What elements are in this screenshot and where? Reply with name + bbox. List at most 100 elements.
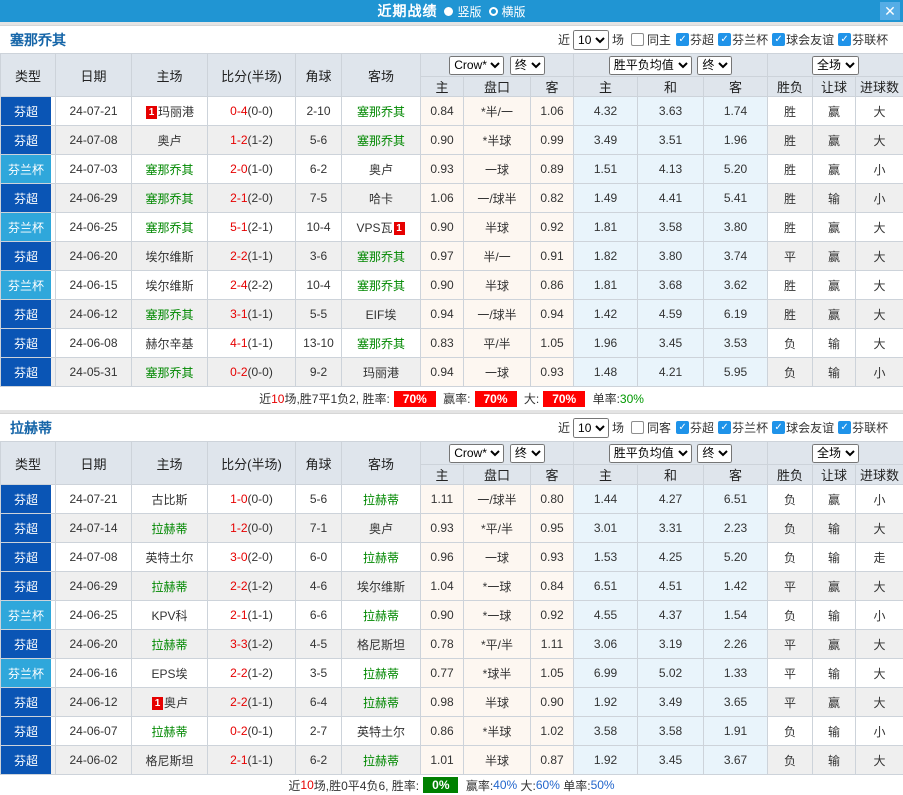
europe-draw-odds: 3.58: [638, 717, 704, 746]
europe-home-odds: 1.82: [574, 242, 638, 271]
asia-home-odds: 1.06: [421, 184, 464, 213]
league-filter[interactable]: ✓芬超: [672, 419, 714, 436]
score-cell: 0-4(0-0): [208, 97, 296, 126]
asia-away-odds: 0.84: [531, 572, 574, 601]
same-venue-checkbox-unchecked[interactable]: [631, 33, 644, 46]
home-team: 塞那乔其: [132, 155, 208, 184]
layout-horizontal-option[interactable]: 横版: [489, 3, 526, 20]
scope-select[interactable]: 全场: [812, 444, 859, 463]
match-count-select[interactable]: 10: [573, 418, 609, 438]
result-goals: 大: [856, 97, 903, 126]
league-type-cell: 芬超: [1, 242, 56, 271]
asia-away-odds: 0.92: [531, 601, 574, 630]
league-filter[interactable]: ✓芬超: [672, 31, 714, 48]
league-filter-label: 芬联杯: [852, 419, 888, 436]
away-team: 格尼斯坦: [342, 630, 421, 659]
scope-select[interactable]: 全场: [812, 56, 859, 75]
summary-segment: 近: [288, 777, 300, 794]
fulltime-score: 2-2: [230, 666, 247, 680]
match-row: 芬超 24-07-14 拉赫蒂 1-2(0-0) 7-1 奥卢 0.93 *平/…: [1, 514, 903, 543]
focus-team-name: 塞那乔其: [357, 250, 405, 264]
away-team: 奥卢: [342, 155, 421, 184]
checkbox-checked-icon[interactable]: ✓: [676, 33, 689, 46]
score-cell: 2-2(1-1): [208, 242, 296, 271]
summary-line: 近10场,胜7平1负2, 胜率:70% 赢率:70% 大:70% 单率:30%: [0, 387, 903, 410]
summary-segment: 70%: [543, 391, 585, 407]
league-filter[interactable]: ✓芬兰杯: [714, 419, 768, 436]
col-euro-away: 客: [704, 77, 768, 97]
checkbox-checked-icon[interactable]: ✓: [772, 33, 785, 46]
checkbox-checked-icon[interactable]: ✓: [718, 421, 731, 434]
corner-score: 10-4: [296, 271, 342, 300]
focus-team-name: 拉赫蒂: [363, 609, 399, 623]
asia-handicap: 平/半: [464, 329, 531, 358]
match-count-select[interactable]: 10: [573, 30, 609, 50]
home-team: 塞那乔其: [132, 300, 208, 329]
europe-away-odds: 5.95: [704, 358, 768, 387]
league-type-badge: 芬超: [1, 543, 51, 571]
league-type-cell: 芬超: [1, 572, 56, 601]
europe-time-select[interactable]: 终: [697, 444, 732, 463]
recent-matches-table: 类型 日期 主场 比分(半场) 角球 客场 Crow* 终 胜平负均值 终: [0, 441, 903, 775]
result-wdl: 负: [768, 746, 813, 775]
home-team: 奥卢: [132, 126, 208, 155]
asia-away-odds: 1.05: [531, 329, 574, 358]
summary-segment: 场,胜7平1负2, 胜率:: [284, 390, 389, 407]
europe-kind-select[interactable]: 胜平负均值: [609, 56, 692, 75]
asia-away-odds: 0.94: [531, 300, 574, 329]
home-team: 塞那乔其: [132, 358, 208, 387]
bookmaker-select[interactable]: Crow*: [449, 444, 504, 463]
focus-team-name: 拉赫蒂: [151, 522, 187, 536]
match-date: 24-06-29: [56, 184, 132, 213]
asia-handicap: *半球: [464, 126, 531, 155]
asia-handicap: *球半: [464, 659, 531, 688]
same-venue-checkbox-unchecked[interactable]: [631, 421, 644, 434]
focus-team-name: 拉赫蒂: [151, 580, 187, 594]
col-type: 类型: [1, 54, 56, 97]
league-type-cell: 芬超: [1, 514, 56, 543]
league-filter[interactable]: ✓芬兰杯: [714, 31, 768, 48]
asia-home-odds: 0.86: [421, 717, 464, 746]
checkbox-checked-icon[interactable]: ✓: [838, 421, 851, 434]
checkbox-checked-icon[interactable]: ✓: [838, 33, 851, 46]
league-filter[interactable]: ✓芬联杯: [834, 31, 888, 48]
league-type-cell: 芬超: [1, 300, 56, 329]
halftime-score: (0-0): [248, 104, 273, 118]
checkbox-checked-icon[interactable]: ✓: [772, 421, 785, 434]
corner-score: 6-0: [296, 543, 342, 572]
corner-score: 6-6: [296, 601, 342, 630]
focus-team-name: 塞那乔其: [145, 221, 193, 235]
vertical-label: 竖版: [457, 3, 481, 20]
checkbox-checked-icon[interactable]: ✓: [676, 421, 689, 434]
home-team: 拉赫蒂: [132, 717, 208, 746]
close-button[interactable]: ✕: [880, 2, 900, 20]
league-filter[interactable]: ✓球会友谊: [768, 419, 834, 436]
away-team: 拉赫蒂: [342, 746, 421, 775]
layout-vertical-option[interactable]: 竖版: [444, 3, 481, 20]
corner-score: 4-6: [296, 572, 342, 601]
same-venue-label: 同客: [647, 419, 671, 436]
asia-time-select[interactable]: 终: [510, 444, 545, 463]
away-team: 塞那乔其: [342, 97, 421, 126]
league-filter[interactable]: ✓芬联杯: [834, 419, 888, 436]
bookmaker-select[interactable]: Crow*: [449, 56, 504, 75]
europe-draw-odds: 4.37: [638, 601, 704, 630]
asia-handicap: *平/半: [464, 630, 531, 659]
asia-time-select[interactable]: 终: [510, 56, 545, 75]
fulltime-score: 0-2: [230, 365, 247, 379]
checkbox-checked-icon[interactable]: ✓: [718, 33, 731, 46]
result-wdl: 平: [768, 688, 813, 717]
league-filter[interactable]: ✓球会友谊: [768, 31, 834, 48]
asia-away-odds: 0.86: [531, 271, 574, 300]
match-row: 芬超 24-06-29 塞那乔其 2-1(2-0) 7-5 哈卡 1.06 一/…: [1, 184, 903, 213]
result-spread: 输: [813, 601, 856, 630]
match-date: 24-07-14: [56, 514, 132, 543]
result-goals: 大: [856, 688, 903, 717]
europe-away-odds: 3.80: [704, 213, 768, 242]
score-cell: 3-3(1-2): [208, 630, 296, 659]
europe-time-select[interactable]: 终: [697, 56, 732, 75]
europe-kind-select[interactable]: 胜平负均值: [609, 444, 692, 463]
asia-away-odds: 0.91: [531, 242, 574, 271]
team-section: 塞那乔其 近 10 场 同主 ✓芬超✓芬兰杯✓球会友谊✓芬联杯 类型 日期: [0, 22, 903, 410]
match-date: 24-07-21: [56, 485, 132, 514]
